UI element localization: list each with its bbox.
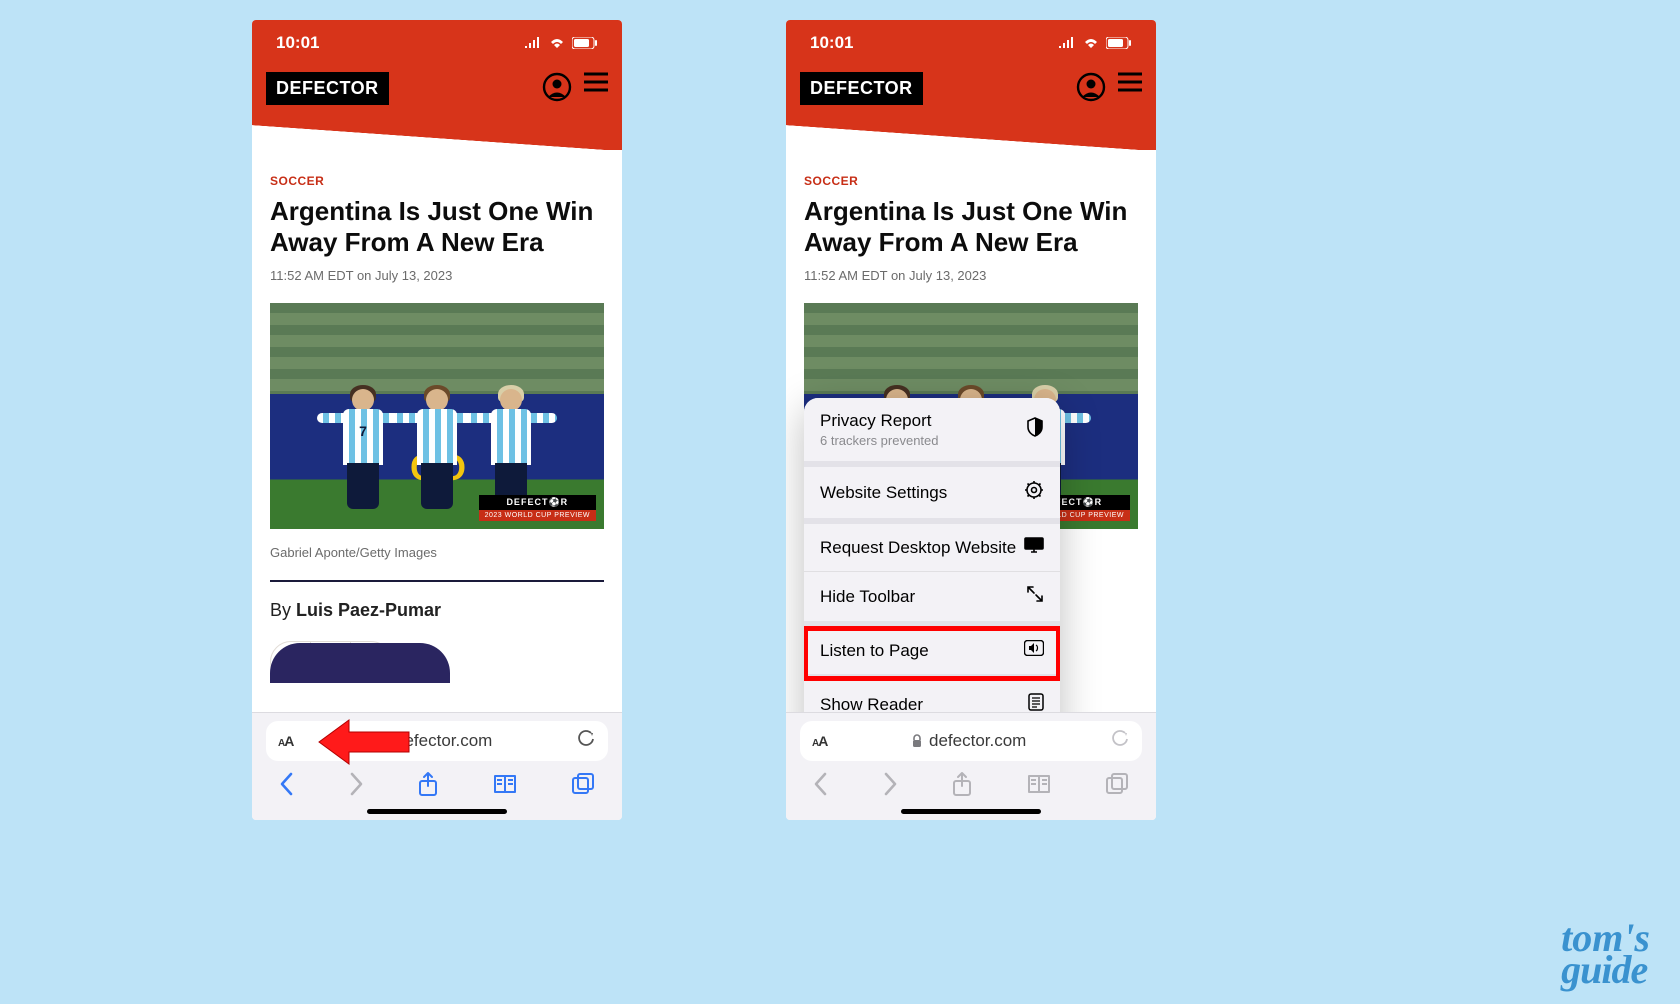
status-icons <box>1058 37 1132 49</box>
address-bar[interactable]: AA defector.com <box>266 721 608 761</box>
article-category[interactable]: SOCCER <box>270 174 604 188</box>
article-category[interactable]: SOCCER <box>804 174 1138 188</box>
status-icons <box>524 37 598 49</box>
lock-icon <box>377 734 389 748</box>
hero-image-tag: DEFECT⚽R 2023 WORLD CUP PREVIEW <box>479 495 596 521</box>
status-bar: 10:01 <box>786 20 1156 66</box>
shield-icon <box>1026 417 1044 442</box>
desktop-icon <box>1024 537 1044 558</box>
site-logo[interactable]: DEFECTOR <box>800 72 923 105</box>
article-timestamp: 11:52 AM EDT on July 13, 2023 <box>804 268 1138 283</box>
status-time: 10:01 <box>810 33 853 53</box>
url-display[interactable]: defector.com <box>837 731 1100 751</box>
byline: By Luis Paez-Pumar <box>270 600 604 621</box>
page-settings-aa-button[interactable]: AA <box>278 733 293 749</box>
divider <box>270 580 604 582</box>
bookmarks-button <box>1026 773 1052 800</box>
article-hero-image: CO DEFECT⚽R 2023 WORLD CUP PREVIEW <box>270 303 604 529</box>
home-indicator[interactable] <box>901 809 1041 814</box>
lock-icon <box>911 734 923 748</box>
menu-hide-toolbar[interactable]: Hide Toolbar <box>804 572 1060 627</box>
back-button <box>813 772 829 801</box>
status-bar: 10:01 <box>252 20 622 66</box>
menu-privacy-report[interactable]: Privacy Report 6 trackers prevented <box>804 398 1060 467</box>
safari-nav-row <box>252 761 622 811</box>
article-area: SOCCER Argentina Is Just One Win Away Fr… <box>252 150 622 683</box>
forward-button <box>882 772 898 801</box>
back-button[interactable] <box>279 772 295 801</box>
safari-nav-row <box>786 761 1156 811</box>
address-bar[interactable]: AA defector.com <box>800 721 1142 761</box>
account-icon[interactable] <box>542 72 572 107</box>
cellular-icon <box>1058 37 1076 49</box>
article-timestamp: 11:52 AM EDT on July 13, 2023 <box>270 268 604 283</box>
status-time: 10:01 <box>276 33 319 53</box>
menu-website-settings[interactable]: Website Settings <box>804 467 1060 524</box>
expand-icon <box>1026 585 1044 608</box>
menu-listen-to-page[interactable]: Listen to Page <box>804 627 1060 680</box>
reload-icon[interactable] <box>576 729 596 754</box>
phone-screenshot-left: 10:01 DEFECTOR SOCCER Argentina Is Just … <box>252 20 622 820</box>
safari-bottom-toolbar: AA defector.com <box>786 712 1156 820</box>
author-link[interactable]: Luis Paez-Pumar <box>296 600 441 620</box>
article-headline: Argentina Is Just One Win Away From A Ne… <box>270 196 604 258</box>
watermark: tom's guide <box>1561 922 1650 986</box>
share-button[interactable] <box>417 771 439 802</box>
gear-icon <box>1024 480 1044 505</box>
account-icon[interactable] <box>1076 72 1106 107</box>
tabs-button[interactable] <box>571 773 595 800</box>
menu-request-desktop[interactable]: Request Desktop Website <box>804 524 1060 572</box>
site-header: DEFECTOR <box>786 66 1156 150</box>
speaker-icon <box>1024 640 1044 661</box>
forward-button[interactable] <box>348 772 364 801</box>
bookmarks-button[interactable] <box>492 773 518 800</box>
url-display[interactable]: defector.com <box>303 731 566 751</box>
reload-icon <box>1110 729 1130 754</box>
wifi-icon <box>1082 37 1100 49</box>
site-logo[interactable]: DEFECTOR <box>266 72 389 105</box>
home-indicator[interactable] <box>367 809 507 814</box>
battery-icon <box>572 37 598 49</box>
hamburger-menu-icon[interactable] <box>584 72 608 97</box>
hamburger-menu-icon[interactable] <box>1118 72 1142 97</box>
page-settings-aa-button[interactable]: AA <box>812 733 827 749</box>
wifi-icon <box>548 37 566 49</box>
tabs-button <box>1105 773 1129 800</box>
article-headline: Argentina Is Just One Win Away From A Ne… <box>804 196 1138 258</box>
cta-pill[interactable] <box>270 643 450 683</box>
cellular-icon <box>524 37 542 49</box>
safari-bottom-toolbar: AA defector.com <box>252 712 622 820</box>
share-button <box>951 771 973 802</box>
phone-screenshot-right: 10:01 DEFECTOR SOCCER Argentina Is Just … <box>786 20 1156 820</box>
site-header: DEFECTOR <box>252 66 622 150</box>
image-caption: Gabriel Aponte/Getty Images <box>270 545 604 560</box>
battery-icon <box>1106 37 1132 49</box>
